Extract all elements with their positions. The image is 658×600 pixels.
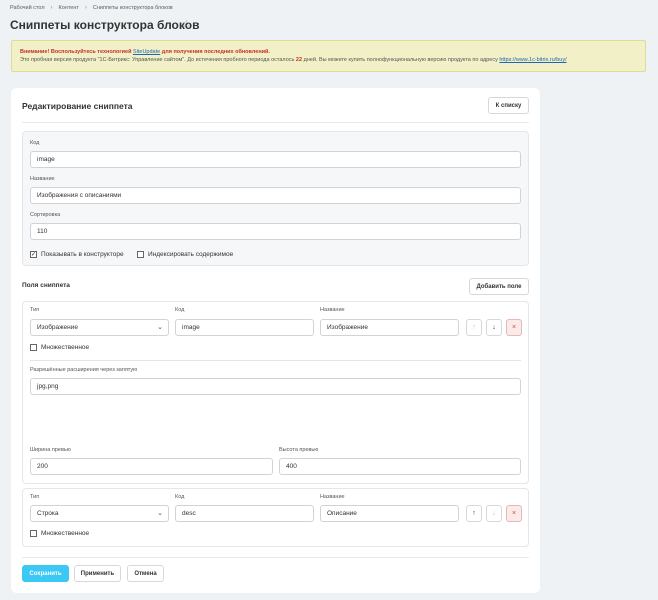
field-type-value: Строка: [37, 510, 59, 517]
breadcrumb: Рабочий стол › Контент › Сниппеты констр…: [10, 5, 173, 11]
type-label: Тип: [30, 307, 40, 313]
index-content-checkbox[interactable]: Индексировать содержимое: [137, 251, 233, 258]
main-fields-panel: Код image Название Изображения с описани…: [22, 131, 529, 266]
siteupdate-link[interactable]: SiteUpdate: [133, 49, 160, 55]
back-to-list-button[interactable]: К списку: [488, 97, 529, 114]
multiple-checkbox[interactable]: Множественное: [30, 344, 89, 351]
delete-field-button[interactable]: ×: [506, 319, 522, 336]
show-in-builder-label: Показывать в конструкторе: [41, 251, 124, 258]
divider: [22, 122, 529, 123]
code-col-label: Код: [175, 307, 185, 313]
breadcrumb-snippets[interactable]: Сниппеты конструктора блоков: [93, 5, 173, 11]
move-up-button[interactable]: ↑: [466, 505, 482, 522]
code-input[interactable]: image: [30, 151, 521, 168]
name-label: Название: [30, 176, 55, 182]
multiple-label: Множественное: [41, 530, 90, 537]
checkbox-unchecked-icon: [30, 344, 37, 351]
name-input[interactable]: Изображения с описаниями: [30, 187, 521, 204]
chevron-down-icon: ⌄: [157, 510, 163, 517]
move-down-button[interactable]: ↓: [486, 505, 502, 522]
name-col-label: Название: [320, 307, 345, 313]
move-down-button[interactable]: ↓: [486, 319, 502, 336]
preview-height-label: Высота превью: [279, 447, 319, 453]
code-label: Код: [30, 140, 40, 146]
checkbox-unchecked-icon: [30, 530, 37, 537]
page-title: Сниппеты конструктора блоков: [10, 18, 200, 32]
sort-label: Сортировка: [30, 212, 61, 218]
breadcrumb-desktop[interactable]: Рабочий стол: [10, 5, 45, 11]
type-label: Тип: [30, 494, 40, 500]
snippet-field-1: Тип Код Название Изображение ⌄ image Изо…: [22, 301, 529, 484]
notice-trial-prefix: Это пробная версия продукта "1С-Битрикс:…: [20, 57, 295, 63]
buy-link[interactable]: https://www.1c-bitrix.ru/buy/: [499, 57, 566, 63]
field-name-input[interactable]: Изображение: [320, 319, 459, 336]
show-in-builder-checkbox[interactable]: ✓ Показывать в конструкторе: [30, 251, 124, 258]
save-button[interactable]: Сохранить: [22, 565, 69, 582]
multiple-checkbox[interactable]: Множественное: [30, 530, 89, 537]
snippet-fields-title: Поля сниппета: [22, 282, 70, 289]
extensions-label: Разрешённые расширения через запятую: [30, 367, 138, 373]
notice-warning-suffix: для получения последних обновлений.: [161, 49, 270, 55]
field-type-value: Изображение: [37, 324, 78, 331]
preview-width-input[interactable]: 200: [30, 458, 273, 475]
edit-snippet-card: Редактирование сниппета К списку Код ima…: [11, 88, 540, 593]
divider: [22, 557, 529, 558]
checkbox-unchecked-icon: [137, 251, 144, 258]
snippet-field-2: Тип Код Название Строка ⌄ desc Описание …: [22, 488, 529, 547]
apply-button[interactable]: Применить: [74, 565, 121, 582]
field-name-input[interactable]: Описание: [320, 505, 459, 522]
multiple-label: Множественное: [41, 344, 90, 351]
field-type-select[interactable]: Строка ⌄: [30, 505, 169, 522]
notice-warning-prefix: Внимание! Воспользуйтесь технологией: [20, 49, 132, 55]
checkbox-checked-icon: ✓: [30, 251, 37, 258]
field-type-select[interactable]: Изображение ⌄: [30, 319, 169, 336]
add-field-button[interactable]: Добавить поле: [469, 278, 529, 295]
chevron-down-icon: ⌄: [157, 324, 163, 331]
field-code-input[interactable]: desc: [175, 505, 314, 522]
notice-trial-middle: дней. Вы можете купить полнофункциональн…: [303, 57, 498, 63]
move-up-button[interactable]: ↑: [466, 319, 482, 336]
preview-height-input[interactable]: 400: [279, 458, 521, 475]
card-title: Редактирование сниппета: [22, 101, 133, 111]
divider: [30, 360, 521, 361]
index-content-label: Индексировать содержимое: [148, 251, 234, 258]
notice-days-count: 22: [295, 57, 303, 63]
preview-width-label: Ширина превью: [30, 447, 71, 453]
code-col-label: Код: [175, 494, 185, 500]
extensions-input[interactable]: jpg,png: [30, 378, 521, 395]
breadcrumb-separator: ›: [84, 5, 87, 11]
delete-field-button[interactable]: ×: [506, 505, 522, 522]
breadcrumb-separator: ›: [50, 5, 53, 11]
sort-input[interactable]: 110: [30, 223, 521, 240]
name-col-label: Название: [320, 494, 345, 500]
cancel-button[interactable]: Отмена: [127, 565, 164, 582]
breadcrumb-content[interactable]: Контент: [59, 5, 79, 11]
star-icon[interactable]: ☆: [182, 19, 191, 30]
field-code-input[interactable]: image: [175, 319, 314, 336]
trial-notice: Внимание! Воспользуйтесь технологией Sit…: [11, 40, 646, 72]
